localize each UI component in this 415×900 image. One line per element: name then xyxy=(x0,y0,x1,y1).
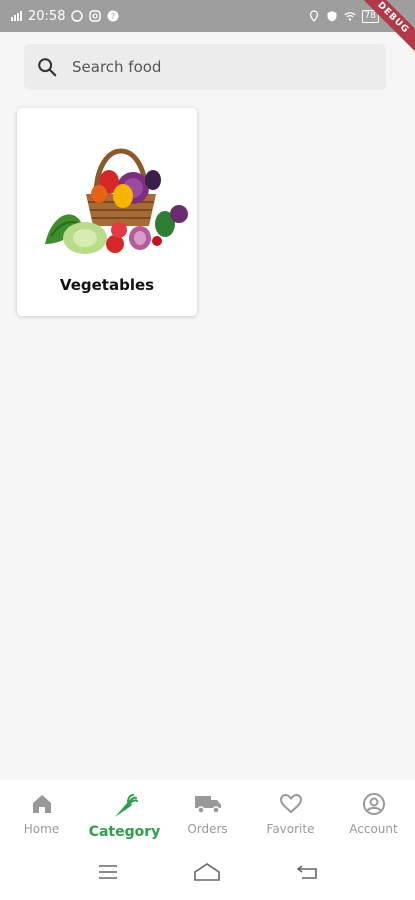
svg-text:?: ? xyxy=(111,12,115,21)
nav-item-category[interactable]: Category xyxy=(83,780,166,844)
signal-icon xyxy=(11,11,22,21)
nav-label-favorite: Favorite xyxy=(266,822,315,836)
status-time: 20:58 xyxy=(28,8,66,24)
menu-icon[interactable] xyxy=(97,863,119,881)
nav-label-category: Category xyxy=(88,824,161,840)
wifi-icon xyxy=(344,12,356,21)
shield-icon xyxy=(327,11,337,22)
nav-label-account: Account xyxy=(349,822,398,836)
nav-label-orders: Orders xyxy=(187,822,228,836)
nav-item-favorite[interactable]: Favorite xyxy=(249,780,332,844)
carrot-icon xyxy=(114,794,138,817)
search-icon xyxy=(38,58,57,77)
home-icon xyxy=(32,795,51,813)
category-label: Vegetables xyxy=(59,276,155,294)
status-bar-left: 20:58 ? xyxy=(10,9,119,24)
search-bar[interactable] xyxy=(24,44,386,90)
heart-icon xyxy=(279,793,302,814)
search-input[interactable] xyxy=(72,58,352,76)
truck-icon xyxy=(194,796,221,814)
location-icon xyxy=(309,10,318,22)
nav-item-account[interactable]: Account xyxy=(332,780,415,844)
category-card-vegetables[interactable]: Vegetables xyxy=(17,108,197,316)
instagram-icon xyxy=(89,10,102,22)
system-navigation-bar xyxy=(0,844,415,900)
nav-item-orders[interactable]: Orders xyxy=(166,780,249,844)
bottom-navigation: Home Category Orders Favorite Account xyxy=(0,780,415,844)
nav-item-home[interactable]: Home xyxy=(0,780,83,844)
status-bar-right: 78 xyxy=(308,9,379,23)
account-icon xyxy=(362,793,385,815)
back-icon[interactable] xyxy=(296,863,318,881)
status-bar: 20:58 ? 78 xyxy=(0,0,415,32)
nav-label-home: Home xyxy=(23,822,60,836)
sync-icon xyxy=(71,10,84,22)
vegetable-basket-image xyxy=(45,148,188,254)
help-icon: ? xyxy=(107,10,119,22)
home-button-icon[interactable] xyxy=(193,862,221,882)
